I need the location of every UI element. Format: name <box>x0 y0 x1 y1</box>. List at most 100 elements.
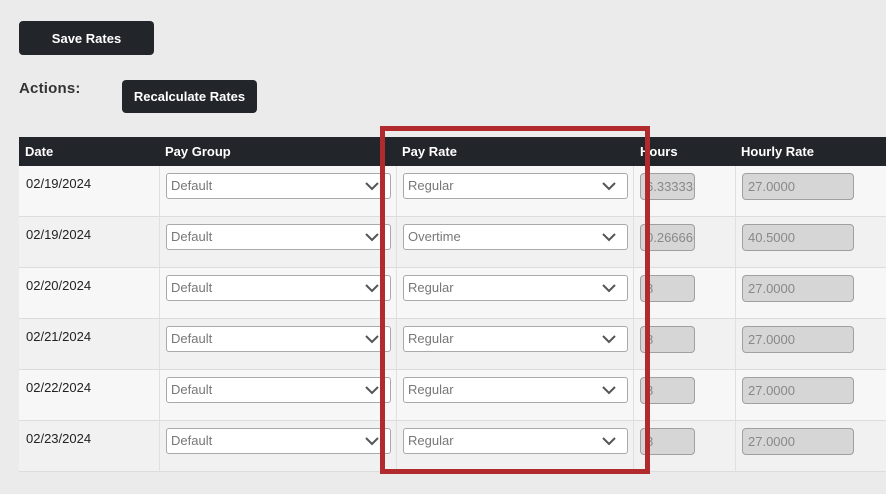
header-pay-group: Pay Group <box>165 144 231 159</box>
column-divider <box>633 166 634 216</box>
chevron-down-icon <box>602 182 616 191</box>
hourly-rate-input: 40.5000 <box>742 224 854 251</box>
pay-rate-select[interactable]: Regular <box>403 377 628 403</box>
column-divider <box>633 268 634 318</box>
hours-value: 0.2666666 <box>646 230 694 245</box>
column-divider <box>735 166 736 216</box>
chevron-down-icon <box>602 386 616 395</box>
table-row: 02/21/2024 Default Regular 8 27.0000 <box>19 319 886 370</box>
column-divider <box>396 421 397 471</box>
hours-input: 0.2666666 <box>640 224 695 251</box>
column-divider <box>396 166 397 216</box>
pay-rate-value: Overtime <box>408 229 461 244</box>
column-divider <box>159 319 160 369</box>
pay-group-select[interactable]: Default <box>166 275 391 301</box>
hourly-rate-input: 27.0000 <box>742 377 854 404</box>
hourly-rate-input: 27.0000 <box>742 173 854 200</box>
column-divider <box>396 217 397 267</box>
table-header: Date Pay Group Pay Rate Hours Hourly Rat… <box>19 137 886 166</box>
row-date: 02/19/2024 <box>26 176 92 191</box>
row-date: 02/19/2024 <box>26 227 92 242</box>
pay-group-value: Default <box>171 331 213 346</box>
pay-group-value: Default <box>171 433 213 448</box>
column-divider <box>159 217 160 267</box>
hourly-rate-value: 27.0000 <box>748 281 795 296</box>
hours-value: 8 <box>646 332 654 347</box>
save-rates-button[interactable]: Save Rates <box>19 21 154 55</box>
pay-group-select[interactable]: Default <box>166 377 391 403</box>
pay-rate-select[interactable]: Regular <box>403 326 628 352</box>
hours-value: 8 <box>646 434 654 449</box>
pay-rate-select[interactable]: Overtime <box>403 224 628 250</box>
pay-rate-value: Regular <box>408 280 454 295</box>
column-divider <box>396 370 397 420</box>
table-row: 02/19/2024 Default Regular 6.3333333 27.… <box>19 166 886 217</box>
hourly-rate-value: 27.0000 <box>748 179 795 194</box>
hours-value: 8 <box>646 281 654 296</box>
row-date: 02/21/2024 <box>26 329 92 344</box>
hourly-rate-value: 27.0000 <box>748 383 795 398</box>
chevron-down-icon <box>602 335 616 344</box>
hourly-rate-input: 27.0000 <box>742 326 854 353</box>
table-row: 02/23/2024 Default Regular 8 27.0000 <box>19 421 886 472</box>
chevron-down-icon <box>365 335 379 344</box>
chevron-down-icon <box>365 284 379 293</box>
pay-rate-value: Regular <box>408 433 454 448</box>
hours-input: 8 <box>640 326 695 353</box>
row-date: 02/23/2024 <box>26 431 92 446</box>
hourly-rate-value: 40.5000 <box>748 230 795 245</box>
column-divider <box>735 421 736 471</box>
pay-group-value: Default <box>171 229 213 244</box>
pay-rates-table: Date Pay Group Pay Rate Hours Hourly Rat… <box>19 137 886 472</box>
pay-group-value: Default <box>171 280 213 295</box>
column-divider <box>159 166 160 216</box>
chevron-down-icon <box>602 437 616 446</box>
chevron-down-icon <box>602 233 616 242</box>
pay-group-select[interactable]: Default <box>166 326 391 352</box>
pay-group-select[interactable]: Default <box>166 173 391 199</box>
actions-label: Actions: <box>19 80 81 97</box>
hourly-rate-value: 27.0000 <box>748 332 795 347</box>
hourly-rate-value: 27.0000 <box>748 434 795 449</box>
header-hourly-rate: Hourly Rate <box>741 144 814 159</box>
column-divider <box>159 421 160 471</box>
column-divider <box>633 370 634 420</box>
hours-input: 6.3333333 <box>640 173 695 200</box>
table-row: 02/22/2024 Default Regular 8 27.0000 <box>19 370 886 421</box>
header-pay-rate: Pay Rate <box>402 144 457 159</box>
column-divider <box>735 370 736 420</box>
pay-rate-select[interactable]: Regular <box>403 173 628 199</box>
hours-input: 8 <box>640 428 695 455</box>
column-divider <box>633 421 634 471</box>
pay-group-value: Default <box>171 178 213 193</box>
pay-group-select[interactable]: Default <box>166 428 391 454</box>
row-date: 02/20/2024 <box>26 278 92 293</box>
hours-value: 8 <box>646 383 654 398</box>
column-divider <box>396 319 397 369</box>
column-divider <box>159 370 160 420</box>
chevron-down-icon <box>365 233 379 242</box>
pay-rate-select[interactable]: Regular <box>403 275 628 301</box>
column-divider <box>396 268 397 318</box>
chevron-down-icon <box>365 437 379 446</box>
hours-input: 8 <box>640 377 695 404</box>
pay-rate-value: Regular <box>408 178 454 193</box>
table-body: 02/19/2024 Default Regular 6.3333333 27.… <box>19 166 886 472</box>
recalculate-rates-button[interactable]: Recalculate Rates <box>122 80 257 113</box>
column-divider <box>159 268 160 318</box>
pay-rate-select[interactable]: Regular <box>403 428 628 454</box>
row-date: 02/22/2024 <box>26 380 92 395</box>
pay-group-select[interactable]: Default <box>166 224 391 250</box>
hourly-rate-input: 27.0000 <box>742 275 854 302</box>
hours-input: 8 <box>640 275 695 302</box>
column-divider <box>735 319 736 369</box>
header-hours: Hours <box>640 144 678 159</box>
column-divider <box>633 319 634 369</box>
pay-rate-value: Regular <box>408 331 454 346</box>
chevron-down-icon <box>602 284 616 293</box>
table-row: 02/20/2024 Default Regular 8 27.0000 <box>19 268 886 319</box>
column-divider <box>633 217 634 267</box>
hours-value: 6.3333333 <box>646 179 694 194</box>
pay-rate-value: Regular <box>408 382 454 397</box>
hourly-rate-input: 27.0000 <box>742 428 854 455</box>
